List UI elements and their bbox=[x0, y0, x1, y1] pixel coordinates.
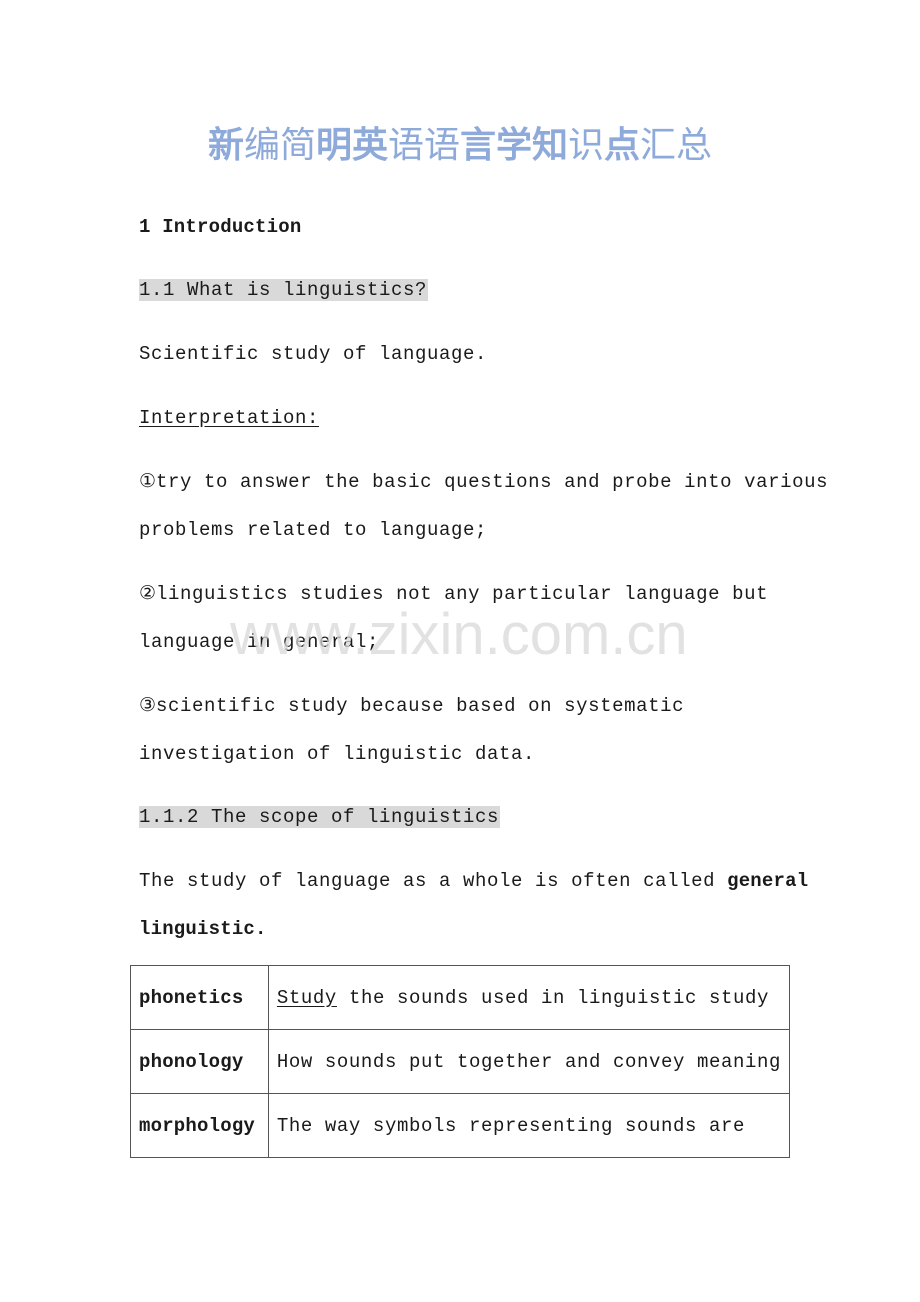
subsection-heading-1: 1.1 What is linguistics? bbox=[139, 277, 429, 303]
circled-number-3-icon: ③ bbox=[139, 694, 157, 716]
title-segment: 语语 bbox=[387, 125, 460, 166]
document-page: 新编简明英语语言学知识点汇总 1 Introduction 1.1 What i… bbox=[0, 0, 920, 1302]
description-text: The way symbols representing sounds are bbox=[276, 1114, 745, 1137]
title-segment: 言学知 bbox=[460, 125, 569, 166]
table-cell-description: The way symbols representing sounds are bbox=[267, 1093, 791, 1158]
title-segment: 汇总 bbox=[640, 125, 713, 166]
circled-number-1-icon: ① bbox=[139, 470, 157, 492]
table-cell-description: Study the sounds used in linguistic stud… bbox=[267, 965, 791, 1030]
definition-text: Scientific study of language. bbox=[139, 343, 488, 365]
scope-intro-bold: general bbox=[727, 870, 809, 892]
interpretation-label-text: Interpretation: bbox=[139, 407, 320, 429]
table-row: phonology How sounds put together and co… bbox=[130, 1029, 791, 1094]
table-cell-description: How sounds put together and convey meani… bbox=[267, 1029, 791, 1094]
scope-table: phonetics Study the sounds used in lingu… bbox=[130, 965, 791, 1158]
subsection-heading-1-text: 1.1 What is linguistics? bbox=[139, 279, 429, 301]
title-segment: 新 bbox=[207, 125, 244, 166]
table-cell-term: phonology bbox=[130, 1029, 269, 1094]
table-cell-term: morphology bbox=[130, 1093, 269, 1158]
table-cell-term: phonetics bbox=[130, 965, 269, 1030]
table-row: phonetics Study the sounds used in lingu… bbox=[130, 965, 791, 1030]
point-1-line-1: ①try to answer the basic questions and p… bbox=[139, 468, 828, 495]
table-row: morphology The way symbols representing … bbox=[130, 1093, 791, 1158]
scope-intro-line-2: linguistic. bbox=[139, 918, 267, 940]
scope-intro-line-1: The study of language as a whole is ofte… bbox=[139, 868, 808, 894]
title-segment: 点 bbox=[604, 125, 641, 166]
interpretation-label: Interpretation: bbox=[139, 405, 319, 431]
point-2-line-2: language in general; bbox=[139, 631, 380, 653]
point-text: scientific study because based on system… bbox=[156, 695, 685, 717]
description-text: How sounds put together and convey meani… bbox=[276, 1050, 781, 1073]
title-segment: 明英 bbox=[315, 125, 388, 166]
document-title: 新编简明英语语言学知识点汇总 bbox=[0, 120, 920, 172]
title-segment: 编简 bbox=[243, 125, 316, 166]
point-3-line-1: ③scientific study because based on syste… bbox=[139, 692, 684, 719]
title-segment: 识 bbox=[568, 125, 605, 166]
point-text: linguistics studies not any particular l… bbox=[156, 583, 769, 605]
description-text: the sounds used in linguistic study bbox=[336, 986, 770, 1009]
circled-number-2-icon: ② bbox=[139, 582, 157, 604]
scope-intro-text: The study of language as a whole is ofte… bbox=[139, 870, 728, 892]
point-2-line-1: ②linguistics studies not any particular … bbox=[139, 580, 768, 607]
section-heading: 1 Introduction bbox=[139, 216, 302, 238]
point-3-line-2: investigation of linguistic data. bbox=[139, 743, 536, 765]
point-1-line-2: problems related to language; bbox=[139, 519, 488, 541]
subsection-heading-2: 1.1.2 The scope of linguistics bbox=[139, 804, 501, 830]
subsection-heading-2-text: 1.1.2 The scope of linguistics bbox=[139, 806, 501, 828]
point-text: try to answer the basic questions and pr… bbox=[156, 471, 829, 493]
description-underlined: Study bbox=[276, 986, 337, 1009]
